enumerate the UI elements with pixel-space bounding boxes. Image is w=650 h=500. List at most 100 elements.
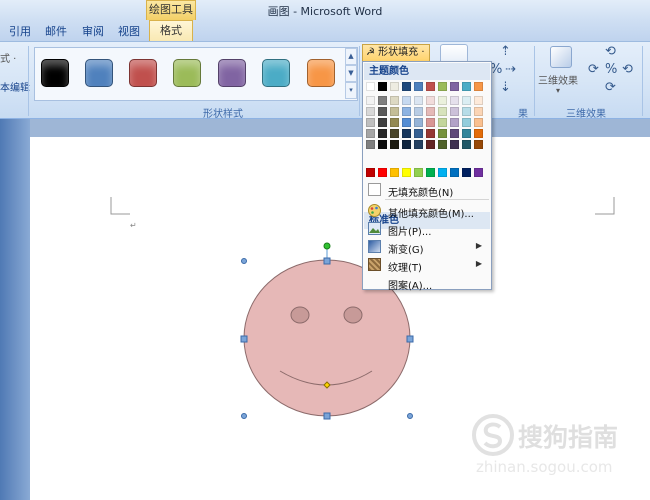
theme-color-swatch[interactable] <box>450 82 459 91</box>
theme-color-shade-swatch[interactable] <box>414 107 423 116</box>
theme-color-shade-swatch[interactable] <box>390 96 399 105</box>
theme-color-shade-swatch[interactable] <box>450 140 459 149</box>
theme-color-shade-swatch[interactable] <box>438 118 447 127</box>
tilt-up-icon[interactable]: ⟲ <box>605 44 616 59</box>
no-fill-menu-item[interactable]: 无填充颜色(N) <box>364 181 490 199</box>
rotation-handle[interactable] <box>323 242 331 250</box>
theme-color-swatch[interactable] <box>426 82 435 91</box>
theme-color-shade-swatch[interactable] <box>474 140 483 149</box>
tab-review[interactable]: 审阅 <box>82 23 104 39</box>
theme-color-shade-swatch[interactable] <box>366 140 375 149</box>
shape-style-swatch[interactable] <box>41 59 69 87</box>
theme-color-shade-swatch[interactable] <box>378 140 387 149</box>
theme-color-shade-swatch[interactable] <box>414 118 423 127</box>
three-d-toggle-icon[interactable]: % <box>605 62 617 77</box>
three-d-effects-button[interactable]: 三维效果 ▾ <box>538 44 584 102</box>
theme-color-shade-swatch[interactable] <box>426 107 435 116</box>
shape-style-swatch[interactable] <box>173 59 201 87</box>
gallery-scroll-down-button[interactable]: ▼ <box>345 65 357 82</box>
theme-color-shade-swatch[interactable] <box>426 96 435 105</box>
theme-color-shade-swatch[interactable] <box>414 129 423 138</box>
theme-color-shade-swatch[interactable] <box>390 107 399 116</box>
shape-style-swatch[interactable] <box>85 59 113 87</box>
picture-fill-menu-item[interactable]: 图片(P)... <box>364 220 490 238</box>
tab-format[interactable]: 格式 <box>149 20 193 41</box>
standard-color-swatch[interactable] <box>402 168 411 177</box>
theme-color-shade-swatch[interactable] <box>438 129 447 138</box>
theme-color-swatch[interactable] <box>402 82 411 91</box>
resize-handle-top[interactable] <box>323 257 331 265</box>
tab-references[interactable]: 引用 <box>9 23 31 39</box>
theme-color-swatch[interactable] <box>414 82 423 91</box>
nudge-up-icon[interactable]: ⇡ <box>500 44 511 59</box>
theme-color-shade-swatch[interactable] <box>390 129 399 138</box>
theme-color-shade-swatch[interactable] <box>366 96 375 105</box>
resize-handle-bottom-right[interactable] <box>407 413 413 419</box>
theme-color-shade-swatch[interactable] <box>462 118 471 127</box>
theme-color-shade-swatch[interactable] <box>378 107 387 116</box>
theme-color-swatch[interactable] <box>462 82 471 91</box>
standard-color-swatch[interactable] <box>438 168 447 177</box>
shape-style-swatch[interactable] <box>129 59 157 87</box>
theme-color-shade-swatch[interactable] <box>402 129 411 138</box>
theme-color-shade-swatch[interactable] <box>450 129 459 138</box>
shape-style-swatch[interactable] <box>307 59 335 87</box>
shape-fill-button[interactable]: ☭ 形状填充 · <box>362 44 430 62</box>
gallery-scroll-up-button[interactable]: ▲ <box>345 48 357 65</box>
resize-handle-right[interactable] <box>406 335 414 343</box>
shape-style-swatch[interactable] <box>262 59 290 87</box>
theme-color-shade-swatch[interactable] <box>414 140 423 149</box>
theme-color-shade-swatch[interactable] <box>366 129 375 138</box>
theme-color-swatch[interactable] <box>378 82 387 91</box>
resize-handle-left[interactable] <box>240 335 248 343</box>
theme-color-shade-swatch[interactable] <box>462 96 471 105</box>
shape-style-swatch[interactable] <box>218 59 246 87</box>
texture-fill-menu-item[interactable]: 纹理(T) ▶ <box>364 256 490 274</box>
theme-color-shade-swatch[interactable] <box>462 129 471 138</box>
theme-color-shade-swatch[interactable] <box>390 118 399 127</box>
tilt-right-icon[interactable]: ⟲ <box>622 62 633 77</box>
gradient-fill-menu-item[interactable]: 渐变(G) ▶ <box>364 238 490 256</box>
theme-color-shade-swatch[interactable] <box>402 107 411 116</box>
resize-handle-bottom[interactable] <box>323 412 331 420</box>
theme-color-shade-swatch[interactable] <box>426 129 435 138</box>
standard-color-swatch[interactable] <box>426 168 435 177</box>
theme-color-shade-swatch[interactable] <box>438 140 447 149</box>
standard-color-swatch[interactable] <box>450 168 459 177</box>
theme-color-shade-swatch[interactable] <box>378 96 387 105</box>
theme-color-shade-swatch[interactable] <box>414 96 423 105</box>
resize-handle-top-left[interactable] <box>241 258 247 264</box>
theme-color-shade-swatch[interactable] <box>378 118 387 127</box>
standard-color-swatch[interactable] <box>366 168 375 177</box>
theme-color-shade-swatch[interactable] <box>450 118 459 127</box>
more-fill-colors-menu-item[interactable]: 其他填充颜色(M)... <box>364 202 490 220</box>
theme-color-shade-swatch[interactable] <box>450 96 459 105</box>
theme-color-shade-swatch[interactable] <box>438 107 447 116</box>
theme-color-shade-swatch[interactable] <box>426 118 435 127</box>
theme-color-shade-swatch[interactable] <box>366 118 375 127</box>
theme-color-shade-swatch[interactable] <box>438 96 447 105</box>
tilt-left-icon[interactable]: ⟳ <box>588 62 599 77</box>
tab-view[interactable]: 视图 <box>118 23 140 39</box>
theme-color-shade-swatch[interactable] <box>402 96 411 105</box>
theme-color-swatch[interactable] <box>438 82 447 91</box>
nudge-right-icon[interactable]: ⇢ <box>505 62 516 77</box>
standard-color-swatch[interactable] <box>390 168 399 177</box>
theme-color-shade-swatch[interactable] <box>402 118 411 127</box>
theme-color-shade-swatch[interactable] <box>474 129 483 138</box>
pattern-fill-menu-item[interactable]: 图案(A)... <box>364 274 490 292</box>
theme-color-swatch[interactable] <box>474 82 483 91</box>
theme-color-shade-swatch[interactable] <box>402 140 411 149</box>
standard-color-swatch[interactable] <box>462 168 471 177</box>
theme-color-shade-swatch[interactable] <box>462 107 471 116</box>
theme-color-shade-swatch[interactable] <box>462 140 471 149</box>
edit-text-partial-button[interactable]: 本编辑 <box>0 79 30 94</box>
standard-color-swatch[interactable] <box>474 168 483 177</box>
resize-handle-bottom-left[interactable] <box>241 413 247 419</box>
theme-color-shade-swatch[interactable] <box>474 107 483 116</box>
standard-color-swatch[interactable] <box>414 168 423 177</box>
tab-mailings[interactable]: 邮件 <box>45 23 67 39</box>
theme-color-shade-swatch[interactable] <box>378 129 387 138</box>
nudge-down-icon[interactable]: ⇣ <box>500 80 511 95</box>
theme-color-shade-swatch[interactable] <box>450 107 459 116</box>
